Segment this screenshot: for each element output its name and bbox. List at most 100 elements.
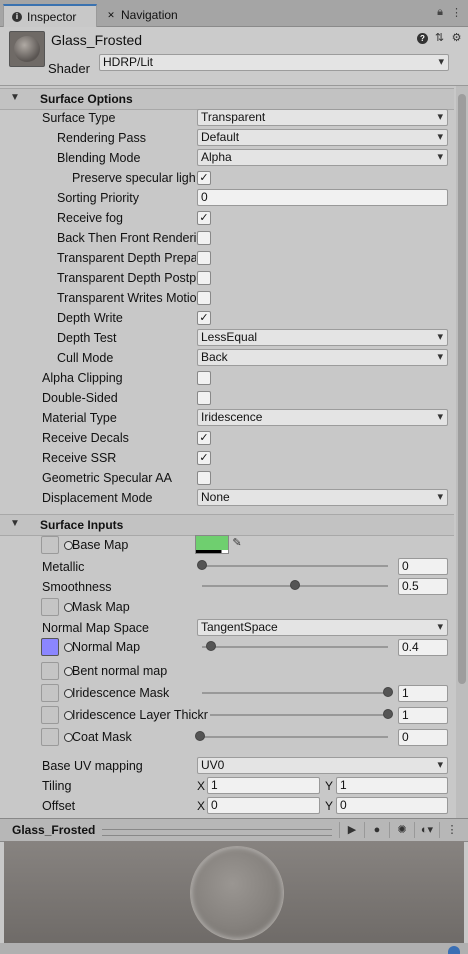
double-sided-checkbox[interactable] [197,391,211,405]
iridescence-layer-thickness-value-field[interactable]: 1 [398,707,448,724]
displacement-mode-dropdown[interactable]: None [197,489,448,506]
lock-icon[interactable]: 🔒︎ [437,6,443,19]
iridescence-layer-thickness-slider[interactable] [210,708,393,722]
preserve-specular-checkbox[interactable]: ✓ [197,171,211,185]
row-geometric-specular-aa: Geometric Specular AA [0,468,454,488]
base-color-swatch[interactable] [195,535,229,554]
preset-icon[interactable]: ⇅ [434,33,445,44]
slider-knob[interactable] [206,641,217,651]
depth-write-checkbox[interactable]: ✓ [197,311,211,325]
vertical-scrollbar[interactable] [456,86,468,818]
row-receive-ssr: Receive SSR ✓ [0,448,454,468]
label-coat-mask: Coat Mask [72,730,132,744]
base-uv-mapping-dropdown[interactable]: UV0 [197,757,448,774]
scrollbar-thumb[interactable] [458,94,466,684]
alpha-clipping-checkbox[interactable] [197,371,211,385]
smoothness-value-field[interactable]: 0.5 [398,578,448,595]
shader-label: Shader [48,61,90,76]
iridescence-mask-slider[interactable] [202,686,393,700]
row-base-uv-mapping: Base UV mapping UV0 [0,756,454,776]
bent-normal-map-texture-slot[interactable] [41,662,59,680]
foldout-expanded-icon: ▼ [10,518,20,529]
more-options-icon[interactable]: ⋮ [451,6,462,19]
iridescence-thickness-texture-slot[interactable] [41,706,59,724]
slider-knob[interactable] [383,709,393,719]
offset-y-field[interactable]: 0 [336,797,448,814]
slider-knob[interactable] [197,560,207,570]
slider-track [202,646,388,648]
rendering-pass-dropdown[interactable]: Default [197,129,448,146]
metallic-value-field[interactable]: 0 [398,558,448,575]
coat-mask-texture-slot[interactable] [41,728,59,746]
label-transparent-writes-motion: Transparent Writes Motio [57,291,196,305]
label-offset: Offset [42,799,76,813]
normal-map-texture-slot[interactable] [41,638,59,656]
coat-mask-slider[interactable] [195,730,388,744]
mask-map-texture-slot[interactable] [41,598,59,616]
tiling-x-field[interactable]: 1 [207,777,320,794]
settings-gear-icon[interactable]: ⚙ [451,33,462,44]
iridescence-mask-value-field[interactable]: 1 [398,685,448,702]
row-mask-map: Mask Map [0,598,454,618]
receive-fog-checkbox[interactable]: ✓ [197,211,211,225]
row-double-sided: Double-Sided [0,388,454,408]
material-thumbnail [9,31,45,67]
row-transparent-depth-prepass: Transparent Depth Prepa [0,248,454,268]
label-rendering-pass: Rendering Pass [57,131,146,145]
transparent-writes-motion-checkbox[interactable] [197,291,211,305]
tiling-y-label[interactable]: Y [325,779,333,793]
blending-mode-dropdown[interactable]: Alpha [197,149,448,166]
shader-dropdown[interactable]: HDRP/Lit [99,54,449,71]
material-type-dropdown[interactable]: Iridescence [197,409,448,426]
normal-map-value-field[interactable]: 0.4 [398,639,448,656]
geometric-specular-aa-checkbox[interactable] [197,471,211,485]
label-base-map: Base Map [72,538,129,552]
normal-map-strength-slider[interactable] [202,640,388,654]
smoothness-slider[interactable] [202,579,388,593]
metallic-slider[interactable] [197,559,388,573]
section-surface-inputs[interactable]: ▼ Surface Inputs [0,514,454,536]
offset-x-label[interactable]: X [197,799,205,813]
tab-navigation-label: Navigation [121,8,178,22]
base-map-texture-slot[interactable] [41,536,59,554]
tab-inspector[interactable]: i Inspector [3,4,97,28]
back-then-front-checkbox[interactable] [197,231,211,245]
depth-test-dropdown[interactable]: LessEqual [197,329,448,346]
preview-shape-dropdown-icon[interactable]: ◐▾ [414,822,439,838]
label-normal-map: Normal Map [72,640,141,654]
resize-grip[interactable] [102,829,332,836]
row-normal-map-space: Normal Map Space TangentSpace [0,618,454,638]
offset-x-field[interactable]: 0 [207,797,320,814]
label-normal-map-space: Normal Map Space [42,621,149,635]
sorting-priority-field[interactable]: 0 [197,189,448,206]
tab-navigation[interactable]: ✕ Navigation [98,4,186,26]
cull-mode-dropdown[interactable]: Back [197,349,448,366]
receive-ssr-checkbox[interactable]: ✓ [197,451,211,465]
receive-decals-checkbox[interactable]: ✓ [197,431,211,445]
section-surface-options[interactable]: ▼ Surface Options [0,88,454,110]
material-header: Glass_Frosted ? ⇅ ⚙ Shader HDRP/Lit [0,27,468,86]
iridescence-mask-texture-slot[interactable] [41,684,59,702]
surface-type-dropdown[interactable]: Transparent [197,109,448,126]
normal-map-space-dropdown[interactable]: TangentSpace [197,619,448,636]
material-preview[interactable] [4,841,464,943]
tiling-x-label[interactable]: X [197,779,205,793]
lighting-icon[interactable]: ✺ [389,822,414,838]
slider-knob[interactable] [290,580,300,590]
transparent-depth-prepass-checkbox[interactable] [197,251,211,265]
help-icon[interactable]: ? [417,33,428,44]
row-bent-normal-map: Bent normal map [0,662,454,682]
preview-title: Glass_Frosted [12,823,96,837]
more-options-icon[interactable]: ⋮ [439,822,464,838]
sphere-mesh-icon[interactable]: ● [364,822,389,838]
transparent-depth-postpass-checkbox[interactable] [197,271,211,285]
eyedropper-icon[interactable]: ✎ [230,535,244,551]
slider-knob[interactable] [195,731,205,741]
preview-header[interactable]: Glass_Frosted ▶ ● ✺ ◐▾ ⋮ [0,818,468,842]
label-base-uv-mapping: Base UV mapping [42,759,143,773]
coat-mask-value-field[interactable]: 0 [398,729,448,746]
tiling-y-field[interactable]: 1 [336,777,448,794]
play-icon[interactable]: ▶ [339,822,364,838]
offset-y-label[interactable]: Y [325,799,333,813]
slider-knob[interactable] [383,687,393,697]
